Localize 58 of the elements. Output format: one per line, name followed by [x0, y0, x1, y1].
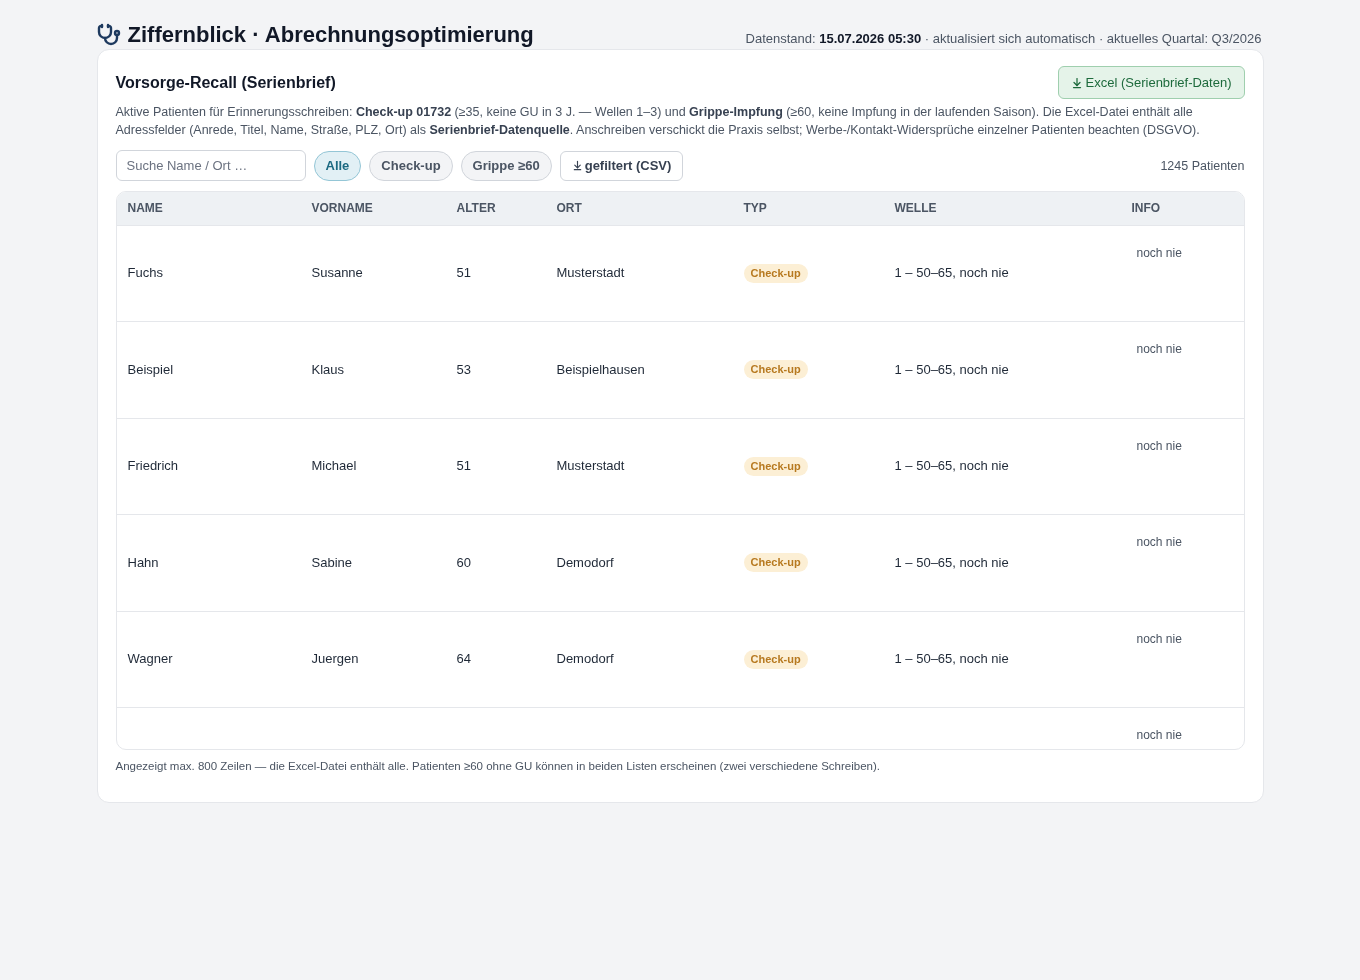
last-name-text: Fuchs [127, 265, 163, 281]
filter-chip[interactable]: Grippe ≥60 [460, 150, 552, 181]
filter-chip[interactable]: Check-up [369, 150, 453, 181]
info-text: noch nie [1136, 728, 1182, 742]
description-text: Aktive Patienten für Erinnerungsschreiben: Check-up 01732 (≥35, keine GU in 3 J. — Wellen 1–3) und Grippe-Impfung (≥60, keine Impfung in der laufenden Saison). Die Excel-Datei enthält alle Adressfelder (Anrede, Titel, Name, Straße, PLZ, Ort) als Serienbrief-Datenquelle. Anschreiben verschickt die Praxis selbst; Werbe-/Kontakt-Widersprüche einzelner Patienten beachten (DSGVO). [115, 104, 1201, 139]
wave-text: 1 – 50–65, noch nie [894, 458, 1009, 474]
wave-text: 1 – 50–65, noch nie [894, 265, 1009, 281]
filter-chip[interactable]: Alle [313, 150, 362, 181]
last-name-text: Hahn [127, 554, 159, 570]
city-text: Demodorf [556, 651, 614, 667]
card-title: Vorsorge-Recall (Serienbrief) [115, 73, 336, 92]
download-icon [571, 160, 583, 171]
info-text: noch nie [1136, 438, 1182, 453]
info-text: noch nie [1136, 631, 1182, 646]
wave-text: 1 – 50–65, noch nie [894, 651, 1009, 667]
last-name-text: Beispiel [127, 361, 174, 377]
column-header: TYP [732, 192, 884, 225]
info-text: noch nie [1136, 245, 1182, 260]
csv-export-button[interactable]: gefiltert (CSV) [559, 150, 684, 181]
last-name-text: Wagner [127, 651, 173, 667]
wave-text: 1 – 50–65, noch nie [894, 361, 1009, 377]
search-field[interactable]: Suche Name / Ort … [115, 150, 306, 181]
type-badge: Check-up [743, 263, 808, 283]
excel-export-button[interactable]: Excel (Serienbrief-Daten) [1057, 66, 1245, 99]
app-title: Ziffernblick · Abrechnungsoptimierung [127, 21, 534, 49]
city-text: Demodorf [556, 554, 614, 570]
city-text: Musterstadt [556, 265, 625, 281]
column-header: WELLE [883, 192, 1121, 225]
column-header: INFO [1120, 192, 1244, 225]
last-name-text: Friedrich [127, 458, 179, 474]
footnote-text: Angezeigt max. 800 Zeilen — die Excel-Datei enthält alle. Patienten ≥60 ohne GU können in beiden Listen erscheinen (zwei verschiedene Schreiben). [115, 760, 881, 772]
city-text: Beispielhausen [556, 361, 645, 377]
age-text: 51 [456, 265, 471, 281]
column-header: ORT [545, 192, 733, 225]
column-header: NAME [116, 192, 301, 225]
stethoscope-icon [96, 23, 121, 47]
data-status-text: Datenstand: 15.07.2026 05:30 · aktualisiert sich automatisch · aktuelles Quartal: Q3/2026 [745, 30, 1262, 48]
first-name-text: Klaus [311, 361, 345, 377]
age-text: 64 [456, 651, 471, 667]
column-header: ALTER [445, 192, 546, 225]
age-text: 51 [456, 458, 471, 474]
first-name-text: Sabine [311, 554, 352, 570]
type-badge: Check-up [743, 553, 808, 573]
info-text: noch nie [1136, 342, 1182, 356]
first-name-text: Juergen [311, 651, 359, 667]
type-badge: Check-up [743, 360, 808, 380]
patient-count: 1245 Patienten [1160, 158, 1245, 173]
age-text: 60 [456, 554, 471, 570]
info-text: noch nie [1136, 535, 1182, 549]
wave-text: 1 – 50–65, noch nie [894, 554, 1009, 570]
city-text: Musterstadt [556, 458, 625, 474]
type-badge: Check-up [743, 649, 808, 669]
download-icon [1070, 76, 1083, 89]
type-badge: Check-up [743, 456, 808, 476]
first-name-text: Michael [311, 458, 357, 474]
column-header: VORNAME [300, 192, 446, 225]
age-text: 53 [456, 361, 471, 377]
first-name-text: Susanne [311, 265, 363, 281]
